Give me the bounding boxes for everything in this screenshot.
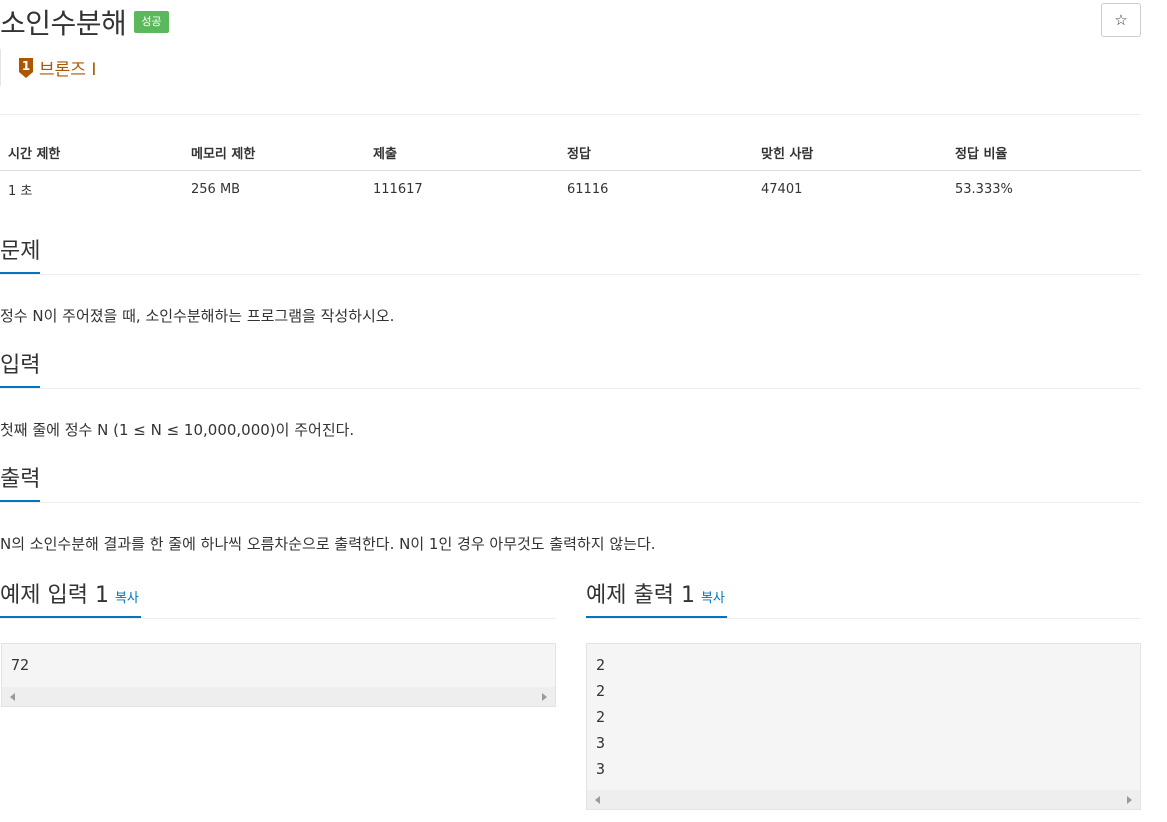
scroll-left-icon[interactable] bbox=[10, 693, 15, 701]
value-accepted: 61116 bbox=[567, 182, 609, 197]
info-table-header: 시간 제한 메모리 제한 제출 정답 맞힌 사람 정답 비율 bbox=[0, 134, 1141, 171]
header-accept-ratio: 정답 비율 bbox=[955, 146, 1008, 162]
sample-output-title: 예제 출력 1 복사 bbox=[586, 581, 727, 618]
header-time-limit: 시간 제한 bbox=[8, 146, 61, 162]
output-description: N의 소인수분해 결과를 한 줄에 하나씩 오름차순으로 출력한다. N이 1인… bbox=[0, 535, 656, 553]
tier-icon: 1 bbox=[19, 57, 33, 78]
problem-section-title: 문제 bbox=[0, 237, 41, 274]
sample-input-box: 72 bbox=[1, 643, 556, 707]
sample-input-content: 72 bbox=[11, 656, 30, 674]
value-time-limit: 1 초 bbox=[8, 184, 33, 199]
header-accepted: 정답 bbox=[567, 146, 591, 162]
horizontal-scrollbar[interactable] bbox=[2, 687, 555, 706]
sample-output-header: 예제 출력 1 복사 bbox=[586, 581, 1141, 619]
value-solved-users: 47401 bbox=[761, 182, 803, 197]
output-section-header: 출력 bbox=[0, 465, 1141, 503]
copy-sample-input-link[interactable]: 복사 bbox=[115, 591, 139, 606]
input-section-header: 입력 bbox=[0, 351, 1141, 389]
sample-output-title-text: 예제 출력 1 bbox=[586, 583, 695, 608]
status-badge: 성공 bbox=[134, 11, 169, 33]
value-memory-limit: 256 MB bbox=[191, 182, 241, 197]
sample-input-title: 예제 입력 1 복사 bbox=[0, 581, 141, 618]
value-accept-ratio: 53.333% bbox=[955, 182, 1013, 197]
tier-badge[interactable]: 1 브론즈 I bbox=[0, 49, 96, 86]
header-memory-limit: 메모리 제한 bbox=[191, 146, 256, 162]
scroll-left-icon[interactable] bbox=[595, 796, 600, 804]
scroll-right-icon[interactable] bbox=[542, 693, 547, 701]
value-submissions: 111617 bbox=[373, 182, 423, 197]
input-section-title: 입력 bbox=[0, 351, 41, 388]
problem-title: 소인수분해 bbox=[0, 7, 127, 40]
sample-output-box: 2 2 2 3 3 bbox=[586, 643, 1141, 810]
sample-input-header: 예제 입력 1 복사 bbox=[0, 581, 556, 619]
sample-output-content: 2 2 2 3 3 bbox=[596, 656, 606, 778]
problem-info-table: 시간 제한 메모리 제한 제출 정답 맞힌 사람 정답 비율 1 초 256 M… bbox=[0, 134, 1141, 208]
divider bbox=[0, 114, 1141, 115]
tier-number: 1 bbox=[22, 59, 30, 73]
table-row: 1 초 256 MB 111617 61116 47401 53.333% bbox=[0, 171, 1141, 208]
header-submissions: 제출 bbox=[373, 146, 397, 162]
output-section-title: 출력 bbox=[0, 465, 41, 502]
header-solved-users: 맞힌 사람 bbox=[761, 146, 814, 162]
input-description: 첫째 줄에 정수 N (1 ≤ N ≤ 10,000,000)이 주어진다. bbox=[0, 421, 355, 439]
scroll-right-icon[interactable] bbox=[1127, 796, 1132, 804]
tier-label: 브론즈 I bbox=[39, 60, 97, 80]
problem-section-header: 문제 bbox=[0, 237, 1141, 275]
problem-header: 소인수분해 성공 bbox=[0, 2, 169, 42]
problem-description: 정수 N이 주어졌을 때, 소인수분해하는 프로그램을 작성하시오. bbox=[0, 307, 395, 325]
star-button[interactable]: ☆ bbox=[1101, 3, 1141, 37]
horizontal-scrollbar[interactable] bbox=[587, 790, 1140, 809]
sample-input-title-text: 예제 입력 1 bbox=[0, 583, 109, 608]
copy-sample-output-link[interactable]: 복사 bbox=[701, 591, 725, 606]
